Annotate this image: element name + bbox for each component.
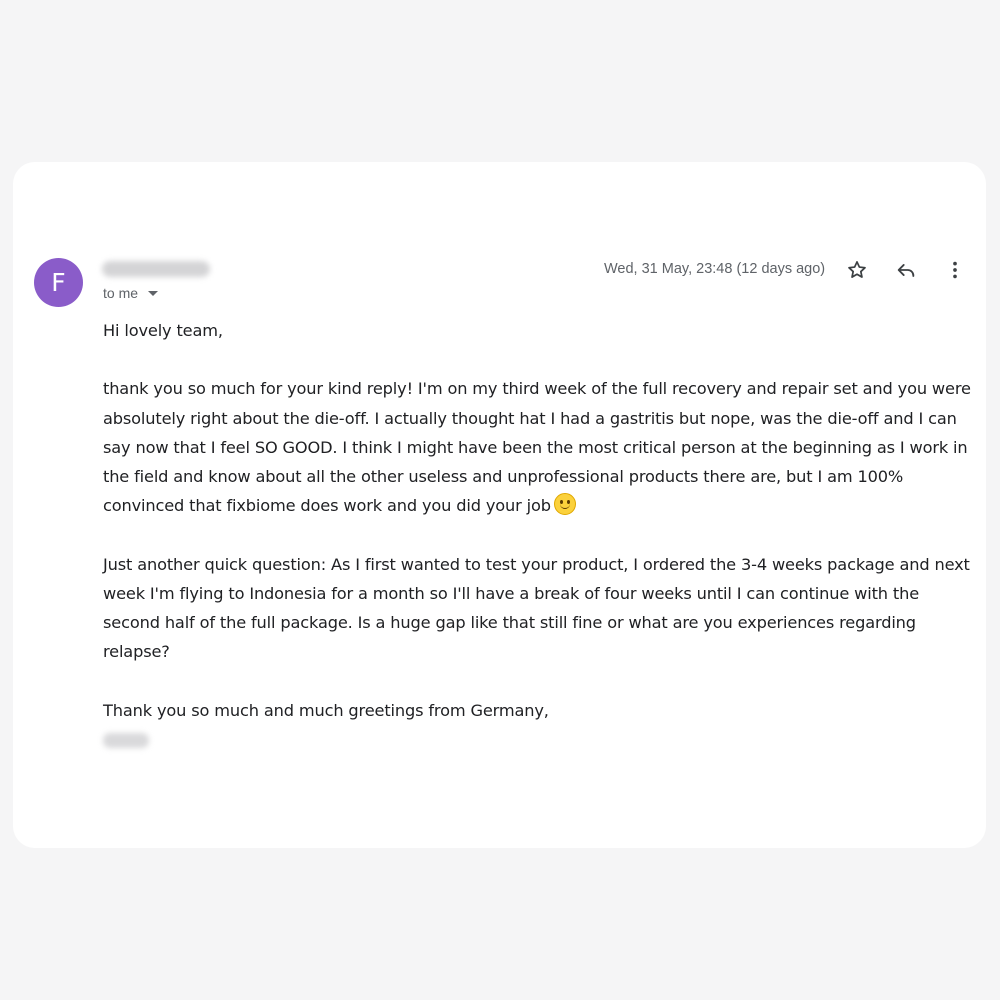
smiley-emoji-icon: [553, 493, 576, 516]
recipient-line[interactable]: to me: [103, 285, 159, 301]
sender-name-redacted: [102, 261, 210, 277]
body-line: absolutely right about the die-off. I ac…: [103, 408, 957, 428]
body-line: Just another quick question: As I first …: [103, 554, 970, 574]
paragraph-2: Just another quick question: As I first …: [103, 550, 983, 667]
body-line: convinced that fixbiome does work and yo…: [103, 491, 983, 520]
recipient-label: to me: [103, 285, 139, 301]
signature-redacted: [103, 725, 983, 754]
email-body: Hi lovely team, thank you so much for yo…: [103, 316, 983, 754]
star-icon[interactable]: [845, 258, 869, 282]
sender-avatar[interactable]: F: [34, 258, 83, 307]
reply-icon[interactable]: [894, 258, 918, 282]
body-line: thank you so much for your kind reply! I…: [103, 379, 971, 399]
chevron-down-icon[interactable]: [148, 291, 159, 296]
body-line: week I'm flying to Indonesia for a month…: [103, 583, 920, 603]
body-line: relapse?: [103, 642, 170, 662]
body-line: say now that I feel SO GOOD. I think I m…: [103, 437, 968, 457]
closing: Thank you so much and much greetings fro…: [103, 696, 983, 754]
body-line: second half of the full package. Is a hu…: [103, 613, 916, 632]
more-vert-icon[interactable]: [943, 258, 967, 282]
greeting: Hi lovely team,: [103, 321, 223, 340]
paragraph-1: thank you so much for your kind reply! I…: [103, 374, 983, 520]
email-timestamp: Wed, 31 May, 23:48 (12 days ago): [604, 261, 826, 277]
body-line: the field and know about all the other u…: [103, 467, 904, 486]
